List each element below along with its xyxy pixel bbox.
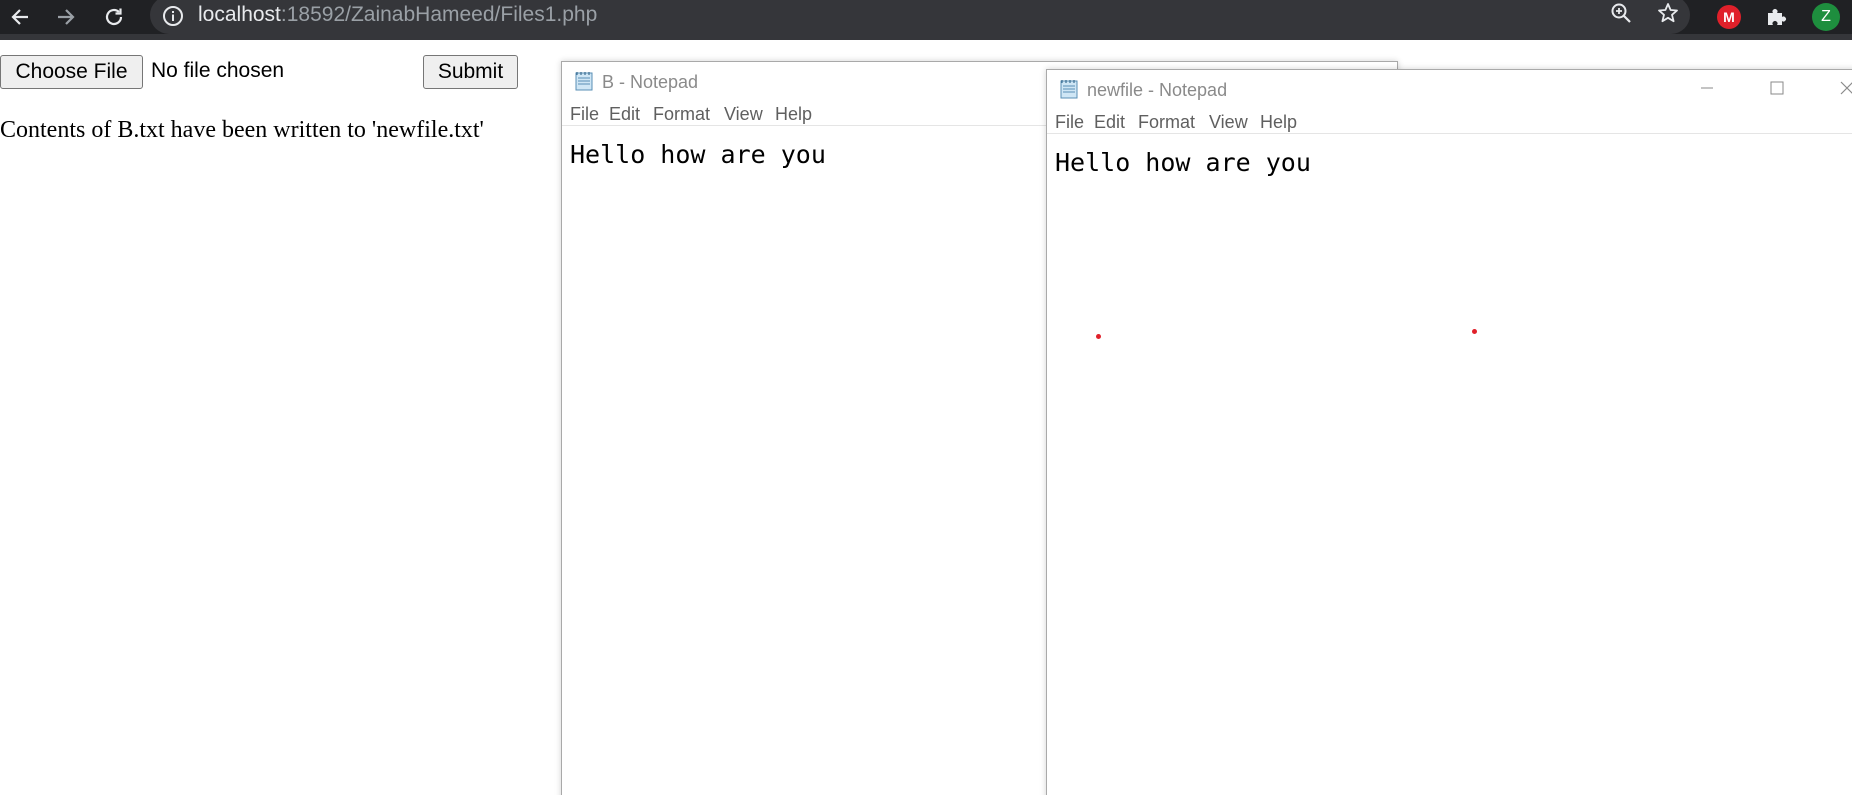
notepad-title: newfile - Notepad (1087, 80, 1228, 100)
close-button[interactable] (1817, 70, 1852, 106)
menu-file[interactable]: File (570, 104, 599, 125)
notepad-icon (1060, 80, 1078, 99)
avatar: Z (1812, 3, 1840, 31)
notepad-menubar: File Edit Format View Help (1047, 110, 1852, 134)
notepad-titlebar[interactable]: newfile - Notepad (1047, 70, 1852, 106)
minimize-button[interactable] (1677, 70, 1737, 106)
browser-toolbar: localhost:18592/ZainabHameed/Files1.php … (0, 0, 1852, 40)
toolbar-divider (0, 34, 1852, 40)
url-host: localhost (198, 3, 281, 26)
submit-button[interactable]: Submit (423, 55, 518, 89)
profile-button[interactable]: Z (1809, 0, 1843, 34)
back-button[interactable] (2, 0, 38, 34)
menu-help[interactable]: Help (775, 104, 812, 125)
choose-file-button[interactable]: Choose File (0, 55, 143, 89)
url-path: :18592/ZainabHameed/Files1.php (280, 3, 598, 26)
back-arrow-icon (11, 9, 28, 25)
reload-icon (105, 8, 123, 26)
red-marker-dot (1096, 334, 1101, 339)
close-icon (1840, 81, 1852, 95)
forward-button[interactable] (48, 0, 84, 34)
menu-view[interactable]: View (724, 104, 763, 125)
maximize-button[interactable] (1747, 70, 1807, 106)
notepad-text-area[interactable]: Hello how are you (570, 140, 826, 169)
result-message: Contents of B.txt have been written to '… (0, 117, 484, 143)
no-file-label: No file chosen (151, 59, 285, 82)
notepad-window-newfile[interactable]: newfile - Notepad File Edit Format View … (1046, 69, 1852, 795)
star-icon (1658, 3, 1678, 23)
menu-format[interactable]: Format (653, 104, 710, 125)
zoom-icon (1611, 3, 1631, 23)
extensions-button[interactable] (1759, 0, 1793, 34)
menu-file[interactable]: File (1055, 112, 1084, 133)
notepad-title: B - Notepad (602, 72, 699, 92)
menu-help[interactable]: Help (1260, 112, 1297, 133)
info-icon[interactable] (162, 5, 184, 27)
bookmark-button[interactable] (1653, 0, 1683, 28)
zoom-button[interactable] (1606, 0, 1636, 28)
menu-edit[interactable]: Edit (1094, 112, 1125, 133)
menu-format[interactable]: Format (1138, 112, 1195, 133)
notepad-text-area[interactable]: Hello how are you (1055, 148, 1311, 177)
extension-m-icon: M (1717, 5, 1741, 29)
notepad-icon (575, 72, 593, 91)
menu-view[interactable]: View (1209, 112, 1248, 133)
minimize-icon (1701, 87, 1713, 89)
forward-arrow-icon (58, 9, 75, 25)
menu-edit[interactable]: Edit (609, 104, 640, 125)
address-bar[interactable]: localhost:18592/ZainabHameed/Files1.php (150, 0, 1690, 34)
extensions-puzzle-icon (1768, 9, 1786, 25)
red-marker-dot (1472, 329, 1477, 334)
maximize-icon (1770, 81, 1784, 95)
url-text[interactable]: localhost:18592/ZainabHameed/Files1.php (198, 4, 597, 26)
reload-button[interactable] (96, 0, 132, 34)
extension-m-button[interactable]: M (1712, 0, 1746, 34)
